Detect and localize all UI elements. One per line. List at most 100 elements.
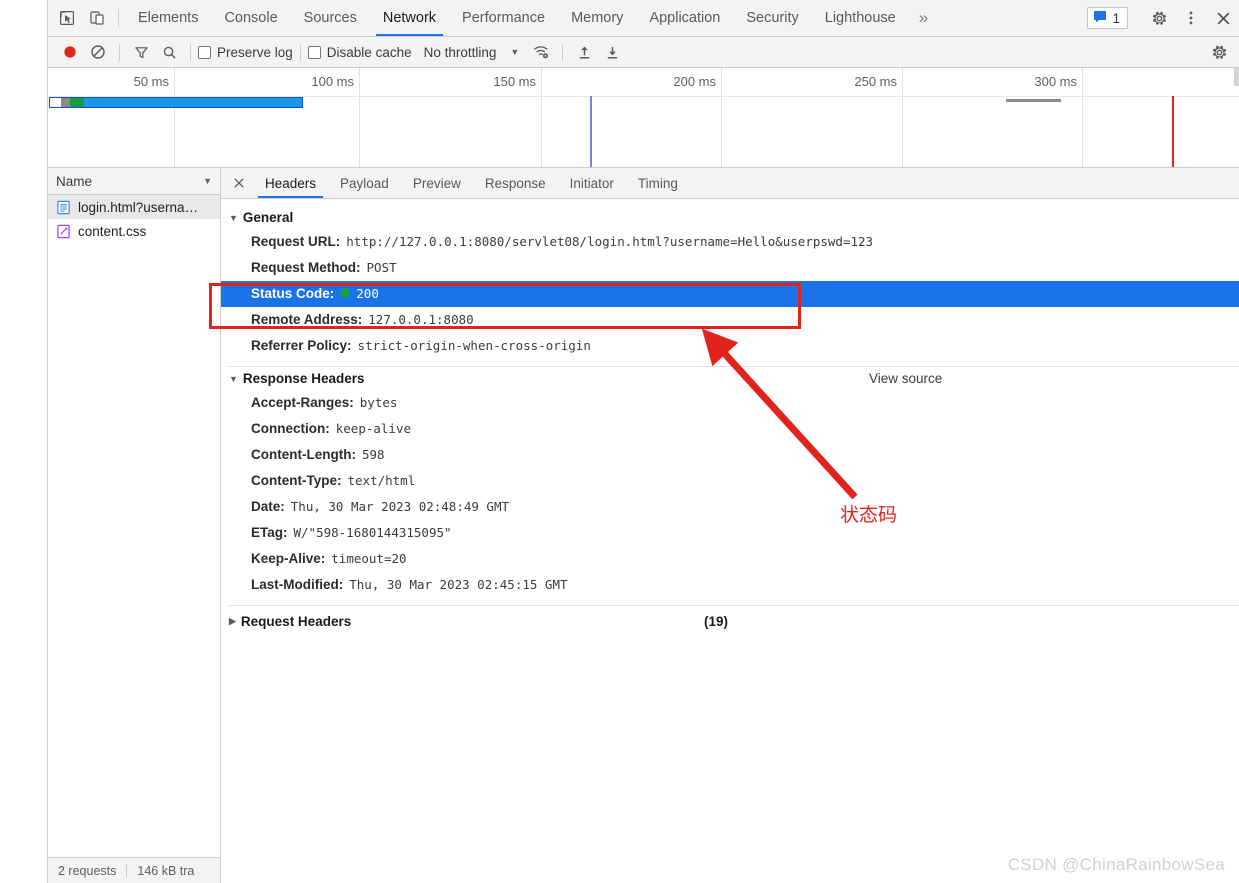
- tab-memory[interactable]: Memory: [558, 0, 636, 36]
- view-source-link[interactable]: View source: [869, 371, 942, 386]
- status-ok-icon: [340, 288, 351, 298]
- section-general[interactable]: ▼ General: [221, 206, 1239, 229]
- section-response-headers[interactable]: ▼ Response Headers View source: [221, 367, 1239, 390]
- throttling-select[interactable]: No throttling: [424, 45, 497, 60]
- tab-response[interactable]: Response: [473, 168, 558, 198]
- timeline-gridline: [174, 68, 175, 167]
- tab-sources[interactable]: Sources: [291, 0, 370, 36]
- status-divider: [126, 864, 128, 877]
- network-status-bar: 2 requests 146 kB tra: [48, 857, 220, 883]
- tab-label: Security: [746, 10, 799, 26]
- request-row-content-css[interactable]: content.css: [48, 219, 220, 243]
- more-tabs-icon[interactable]: »: [909, 0, 938, 36]
- caret-glyph: ▼: [510, 47, 520, 57]
- network-overview-timeline[interactable]: 50 ms 100 ms 150 ms 200 ms 250 ms 300 ms: [48, 68, 1239, 168]
- chevron-down-icon[interactable]: ▼: [510, 47, 519, 57]
- toolbar-divider-4: [562, 43, 564, 61]
- tabbar-right-controls: 1: [1085, 0, 1239, 36]
- request-list-header[interactable]: Name ▼: [48, 168, 220, 195]
- network-toolbar: Preserve log Disable cache No throttling…: [48, 37, 1239, 68]
- tab-application[interactable]: Application: [636, 0, 733, 36]
- header-name: Status Code:: [251, 286, 335, 301]
- toolbar-divider-1: [119, 43, 120, 61]
- timeline-gridline: [359, 68, 360, 167]
- disable-cache-checkbox[interactable]: Disable cache: [307, 45, 412, 60]
- request-list: Name ▼ login.html?userna… content.css 2 …: [48, 168, 221, 883]
- tab-label: Memory: [571, 10, 624, 26]
- close-icon[interactable]: [1207, 10, 1239, 27]
- header-value: timeout=20: [331, 551, 407, 566]
- overview-scrollbar[interactable]: [1234, 68, 1239, 86]
- messages-icon: [1093, 9, 1107, 28]
- request-count: 2 requests: [58, 863, 117, 878]
- tab-payload[interactable]: Payload: [328, 168, 401, 198]
- section-title-label: Response Headers: [242, 371, 365, 386]
- response-header-content-length: Content-Length: 598: [221, 442, 1239, 468]
- detail-tab-label: Response: [484, 175, 546, 191]
- tab-console[interactable]: Console: [211, 0, 290, 36]
- network-settings-gear-icon[interactable]: [1205, 38, 1233, 66]
- network-conditions-icon[interactable]: [527, 38, 555, 66]
- preserve-log-label: Preserve log: [217, 44, 293, 60]
- tab-timing[interactable]: Timing: [626, 168, 690, 198]
- header-value: POST: [366, 260, 397, 275]
- general-row-request-url: Request URL: http://127.0.0.1:8080/servl…: [221, 229, 1239, 255]
- header-name: Last-Modified:: [251, 577, 344, 592]
- tab-security[interactable]: Security: [733, 0, 811, 36]
- checkbox-box: [307, 45, 321, 59]
- search-button[interactable]: [155, 38, 183, 66]
- request-row-login-html[interactable]: login.html?userna…: [48, 195, 220, 219]
- header-value: text/html: [347, 473, 416, 488]
- waterfall-bar: [49, 97, 303, 108]
- close-icon[interactable]: [225, 168, 253, 198]
- detail-tab-label: Payload: [340, 175, 389, 191]
- section-request-headers[interactable]: ▶ Request Headers (19): [221, 610, 1239, 633]
- clear-button[interactable]: [84, 38, 112, 66]
- chevron-down-icon[interactable]: ▼: [203, 176, 212, 186]
- header-name: Keep-Alive:: [251, 551, 326, 566]
- header-name: Accept-Ranges:: [251, 395, 354, 410]
- detail-tab-label: Headers: [265, 175, 317, 191]
- response-header-connection: Connection: keep-alive: [221, 416, 1239, 442]
- record-button[interactable]: [56, 38, 84, 66]
- header-name: ETag:: [251, 525, 288, 540]
- tab-label: Performance: [462, 10, 546, 26]
- gear-icon[interactable]: [1143, 10, 1175, 27]
- headers-content: ▼ General Request URL: http://127.0.0.1:…: [221, 199, 1239, 883]
- tab-headers[interactable]: Headers: [253, 168, 328, 198]
- header-value: bytes: [359, 395, 398, 410]
- preserve-log-checkbox[interactable]: Preserve log: [198, 45, 293, 60]
- tab-performance[interactable]: Performance: [449, 0, 558, 36]
- device-toolbar-icon[interactable]: [82, 0, 112, 36]
- tab-label: Sources: [303, 10, 357, 26]
- inspect-element-icon[interactable]: [52, 0, 82, 36]
- tab-network[interactable]: Network: [370, 0, 449, 36]
- tab-initiator[interactable]: Initiator: [558, 168, 626, 198]
- header-name: Request Method:: [251, 260, 361, 275]
- request-detail-pane: Headers Payload Preview Response Initiat…: [221, 168, 1239, 883]
- header-value: W/"598-1680144315095": [293, 525, 452, 540]
- detail-tab-label: Timing: [637, 175, 678, 191]
- section-title-label: Request Headers: [240, 614, 352, 629]
- devtools-tab-group: Elements Console Sources Network Perform…: [125, 0, 938, 36]
- messages-badge[interactable]: 1: [1087, 7, 1128, 29]
- response-header-etag: ETag: W/"598-1680144315095": [221, 520, 1239, 546]
- more-options-icon[interactable]: [1175, 10, 1207, 26]
- header-value: 127.0.0.1:8080: [368, 312, 474, 327]
- header-value: keep-alive: [335, 421, 412, 436]
- export-har-icon[interactable]: [598, 38, 626, 66]
- tab-preview[interactable]: Preview: [401, 168, 473, 198]
- header-name: Referrer Policy:: [251, 338, 352, 353]
- timeline-gridlines: 50 ms 100 ms 150 ms 200 ms 250 ms 300 ms: [48, 68, 1239, 167]
- header-name: Remote Address:: [251, 312, 363, 327]
- general-row-status-code[interactable]: Status Code: 200: [221, 281, 1239, 307]
- tab-elements[interactable]: Elements: [125, 0, 211, 36]
- chevron-down-icon: ▼: [229, 212, 238, 223]
- tab-label: Lighthouse: [824, 10, 896, 26]
- filter-button[interactable]: [127, 38, 155, 66]
- response-header-date: Date: Thu, 30 Mar 2023 02:48:49 GMT: [221, 494, 1239, 520]
- request-list-empty-space: [48, 243, 220, 857]
- tab-lighthouse[interactable]: Lighthouse: [812, 0, 909, 36]
- tabbar-spacer: [938, 0, 1085, 36]
- import-har-icon[interactable]: [570, 38, 598, 66]
